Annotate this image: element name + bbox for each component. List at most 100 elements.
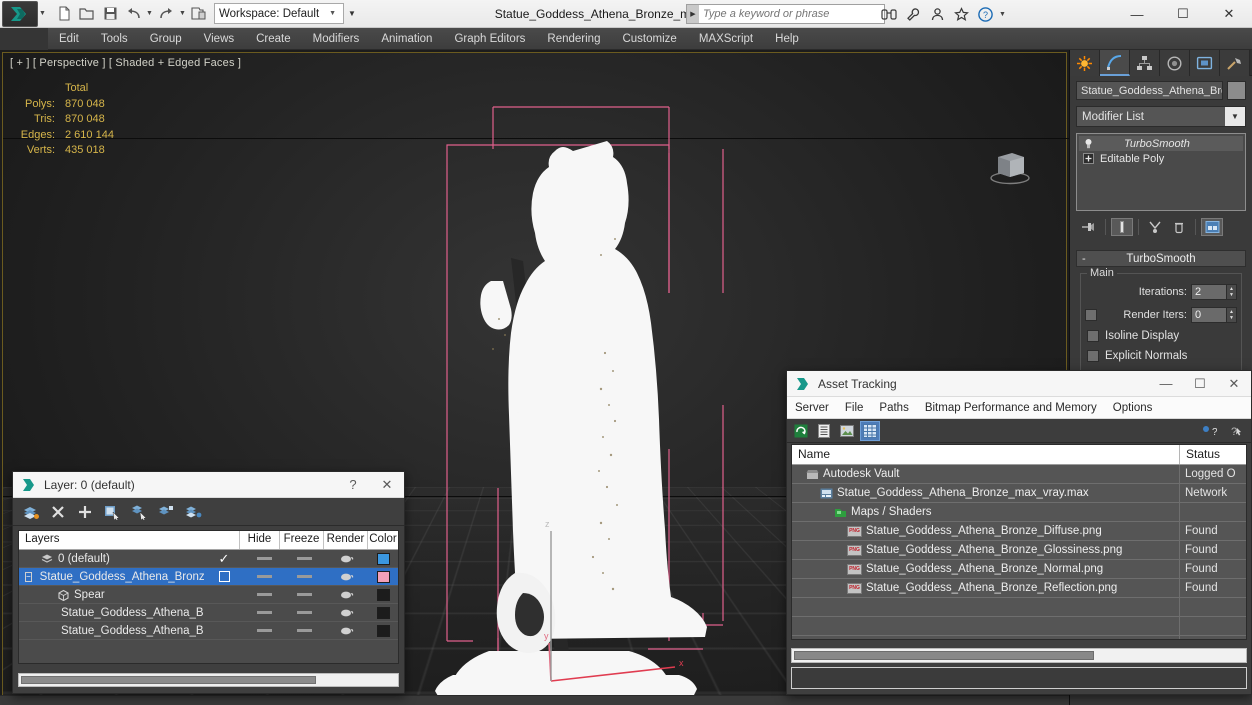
scrollbar-thumb[interactable] — [794, 651, 1094, 660]
asset-tracking-maximize-button[interactable]: ☐ — [1183, 371, 1217, 397]
menu-item-create[interactable]: Create — [245, 28, 302, 50]
at-menu-options[interactable]: Options — [1105, 397, 1161, 419]
menu-item-customize[interactable]: Customize — [611, 28, 687, 50]
hide-unhide-layers-button[interactable] — [183, 502, 203, 522]
layer-renderable-cell[interactable] — [324, 553, 368, 564]
asset-tracking-grid[interactable]: Name Status Autodesk Vault Logged O Stat… — [791, 444, 1247, 640]
object-name-field[interactable]: Statue_Goddess_Athena_Bronze — [1076, 81, 1223, 100]
layer-dialog-close-button[interactable]: ✕ — [370, 472, 404, 498]
tab-hierarchy[interactable] — [1130, 50, 1160, 76]
object-renderable-cell[interactable] — [324, 625, 368, 636]
favorites-star-icon[interactable] — [950, 3, 972, 25]
object-color-swatch[interactable] — [1227, 81, 1246, 100]
object-freeze-cell[interactable] — [244, 611, 284, 614]
layer-list-horizontal-scrollbar[interactable] — [18, 673, 399, 687]
scrollbar-thumb[interactable] — [21, 676, 316, 684]
search-input[interactable] — [699, 5, 884, 23]
list-item[interactable]: − Statue_Goddess_Athena_Bronze — [19, 568, 398, 586]
pin-stack-button[interactable] — [1078, 218, 1100, 236]
table-row[interactable]: Statue_Goddess_Athena_Bronze_Glossiness.… — [792, 541, 1246, 560]
table-row[interactable] — [792, 636, 1246, 639]
object-freeze-cell[interactable] — [244, 593, 284, 596]
asset-tracking-window[interactable]: Asset Tracking — ☐ ✕ Server File Paths B… — [786, 370, 1252, 695]
table-row[interactable] — [792, 617, 1246, 636]
table-row[interactable] — [792, 598, 1246, 617]
column-header-color[interactable]: Color — [368, 531, 398, 549]
layer-freeze-cell[interactable] — [244, 575, 284, 578]
layer-renderable-cell[interactable] — [324, 571, 368, 582]
menu-item-tools[interactable]: Tools — [90, 28, 139, 50]
maximize-button[interactable]: ☐ — [1160, 0, 1206, 28]
undo-dropdown-arrow-icon[interactable]: ▼ — [145, 3, 154, 25]
open-file-button[interactable] — [76, 3, 98, 25]
layer-hide-cell[interactable] — [204, 571, 244, 582]
menu-item-edit[interactable]: Edit — [48, 28, 90, 50]
menu-item-maxscript[interactable]: MAXScript — [688, 28, 764, 50]
select-highlighted-layers-button[interactable] — [129, 502, 149, 522]
remove-modifier-button[interactable] — [1168, 218, 1190, 236]
column-header-render[interactable]: Render — [324, 531, 368, 549]
layer-freeze-cell[interactable] — [244, 557, 284, 560]
select-layer-objects-button[interactable] — [102, 502, 122, 522]
layer-hide-cell[interactable]: ✓ — [204, 551, 244, 567]
column-header-layers[interactable]: Layers — [19, 531, 240, 549]
iterations-value[interactable]: 2 — [1191, 284, 1227, 300]
redo-button[interactable] — [155, 3, 177, 25]
column-header-freeze[interactable]: Freeze — [280, 531, 324, 549]
make-unique-button[interactable] — [1144, 218, 1166, 236]
object-color-cell[interactable] — [368, 606, 398, 619]
expand-collapse-icon[interactable]: − — [25, 571, 32, 582]
redo-dropdown-arrow-icon[interactable]: ▼ — [178, 3, 187, 25]
layer-color-cell[interactable] — [368, 552, 398, 565]
asset-tracking-horizontal-scrollbar[interactable] — [791, 648, 1247, 663]
object-color-cell[interactable] — [368, 588, 398, 601]
table-row[interactable]: Statue_Goddess_Athena_Bronze_Normal.png … — [792, 560, 1246, 579]
menu-item-views[interactable]: Views — [193, 28, 245, 50]
menu-item-group[interactable]: Group — [139, 28, 193, 50]
asset-tracking-minimize-button[interactable]: — — [1149, 371, 1183, 397]
undo-button[interactable] — [122, 3, 144, 25]
menu-item-graph-editors[interactable]: Graph Editors — [443, 28, 536, 50]
search-binoculars-icon[interactable] — [878, 3, 900, 25]
delete-layer-button[interactable] — [48, 502, 68, 522]
lightbulb-icon[interactable] — [1083, 138, 1094, 149]
thumbnail-view-button[interactable] — [837, 421, 857, 441]
logo-dropdown-arrow-icon[interactable]: ▼ — [38, 3, 47, 25]
table-row[interactable]: Maps / Shaders — [792, 503, 1246, 522]
table-row[interactable]: Statue_Goddess_Athena_Bronze_max_vray.ma… — [792, 484, 1246, 503]
column-header-status[interactable]: Status — [1180, 445, 1246, 464]
at-menu-paths[interactable]: Paths — [871, 397, 916, 419]
tab-motion[interactable] — [1160, 50, 1190, 76]
at-menu-server[interactable]: Server — [787, 397, 837, 419]
turbosmooth-rollout-header[interactable]: - TurboSmooth — [1076, 250, 1246, 267]
asset-tracking-close-button[interactable]: ✕ — [1217, 371, 1251, 397]
explicit-normals-checkbox[interactable] — [1087, 350, 1099, 362]
object-color-cell[interactable] — [368, 624, 398, 637]
hide-checkbox[interactable] — [218, 571, 230, 582]
modifier-stack[interactable]: TurboSmooth Editable Poly — [1076, 133, 1246, 211]
layer-list-grid[interactable]: Layers Hide Freeze Render Color 0 (defau… — [18, 530, 399, 664]
menu-item-help[interactable]: Help — [764, 28, 810, 50]
list-item[interactable]: Statue_Goddess_Athena_Bronze — [19, 622, 398, 640]
modifier-list-dropdown[interactable]: Modifier List ▼ — [1076, 106, 1246, 127]
new-file-button[interactable] — [53, 3, 75, 25]
help-pointer-icon[interactable]: ? — [1225, 421, 1245, 441]
tab-display[interactable] — [1190, 50, 1220, 76]
explicit-normals-row[interactable]: Explicit Normals — [1087, 350, 1237, 362]
render-iters-value[interactable]: 0 — [1191, 307, 1227, 323]
grid-view-button[interactable] — [860, 420, 880, 441]
menu-item-animation[interactable]: Animation — [370, 28, 443, 50]
layer-dialog[interactable]: Layer: 0 (default) ? ✕ Layers Hide Freez… — [12, 471, 405, 694]
configure-modifier-sets-button[interactable] — [1201, 218, 1223, 236]
object-render-cell[interactable] — [284, 593, 324, 596]
create-new-layer-button[interactable] — [21, 502, 41, 522]
list-item[interactable]: Statue_Goddess_Athena_Bronze — [19, 604, 398, 622]
iterations-spinner[interactable]: 2 ▲ ▼ — [1191, 284, 1237, 300]
modifier-stack-item-editable-poly[interactable]: Editable Poly — [1079, 151, 1243, 166]
minimize-button[interactable]: — — [1114, 0, 1160, 28]
show-end-result-button[interactable] — [1111, 218, 1133, 236]
highlight-selected-objects-layers-button[interactable] — [156, 502, 176, 522]
layer-render-cell[interactable] — [284, 575, 324, 578]
menu-item-rendering[interactable]: Rendering — [536, 28, 611, 50]
tab-modify[interactable] — [1100, 50, 1130, 76]
